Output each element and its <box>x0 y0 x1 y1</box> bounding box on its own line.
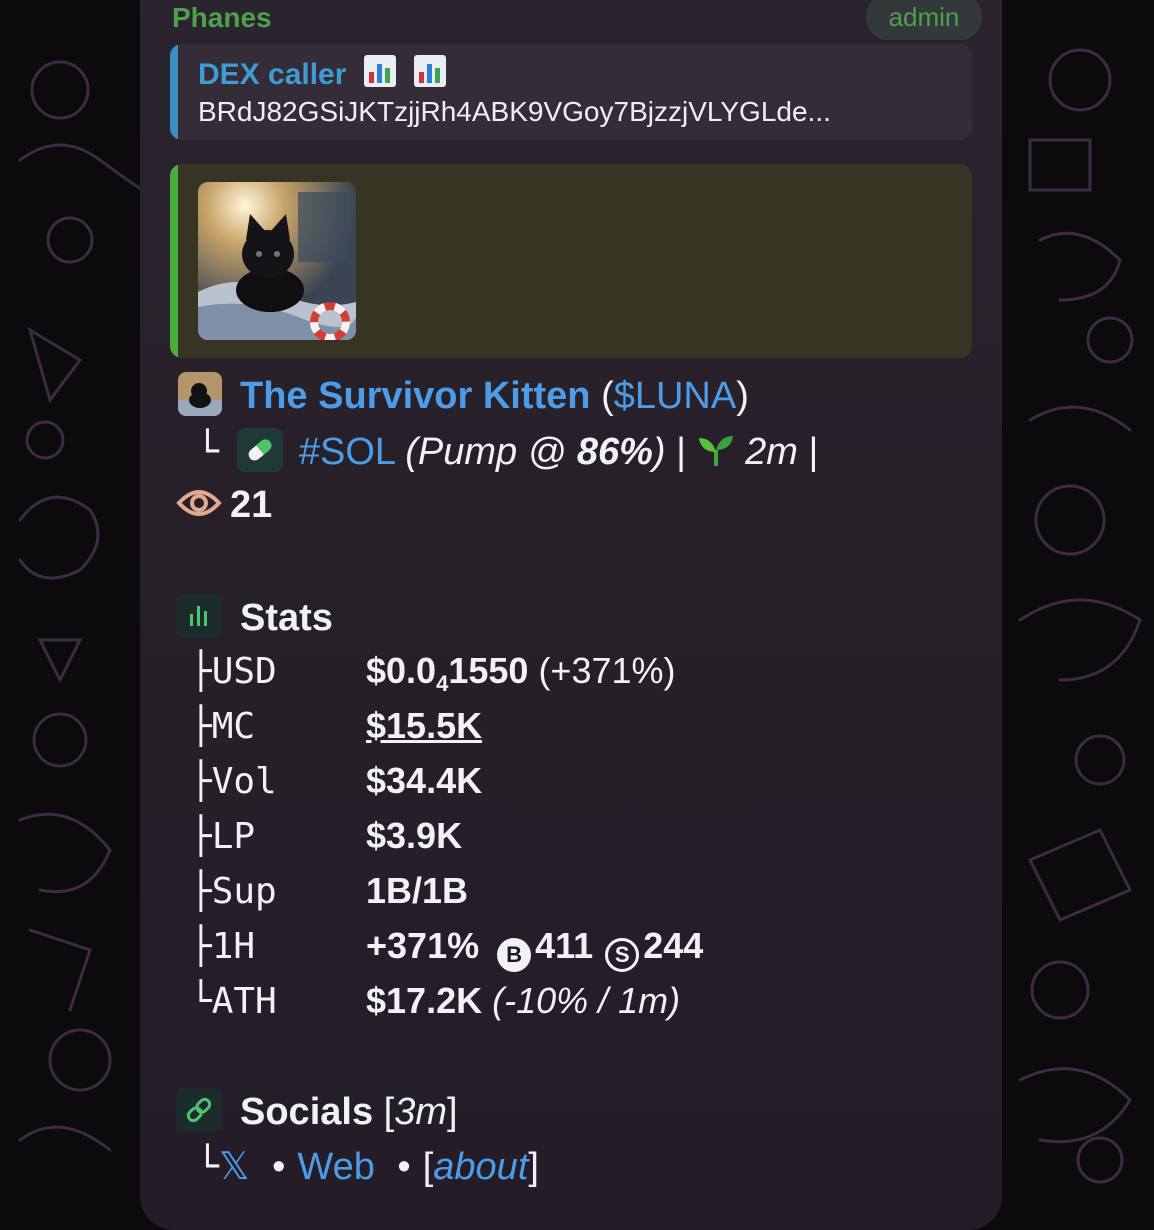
tree-corner: └ <box>196 429 219 473</box>
preview-accent-bar <box>170 164 178 358</box>
socials-age-close: ] <box>447 1091 458 1133</box>
x-link[interactable]: 𝕏 <box>219 1146 250 1188</box>
tree-branch: ├ <box>190 651 212 692</box>
tree-branch: ├ <box>190 816 212 857</box>
stat-label-text: Vol <box>211 761 277 802</box>
stat-label-text: ATH <box>211 981 277 1022</box>
stat-label: ├LP <box>190 816 366 857</box>
stat-row-lp: ├LP $3.9K <box>190 815 462 857</box>
buys-count: 411 <box>535 925 594 966</box>
reply-accent-bar <box>170 44 178 140</box>
tree-branch: └ <box>190 981 212 1022</box>
socials-heading: Socials [3m] <box>176 1088 458 1134</box>
chain-tag-link[interactable]: #SOL <box>299 431 395 473</box>
tree-branch: ├ <box>190 871 212 912</box>
separator: | <box>676 431 686 473</box>
reply-author-label: DEX caller <box>198 58 347 91</box>
stat-value: 1B/1B <box>366 870 469 911</box>
eye-icon <box>176 490 222 516</box>
sells-icon: S <box>605 938 640 972</box>
stat-label: ├Vol <box>190 761 366 802</box>
stat-value: $34.4K <box>366 760 483 801</box>
stat-value: $3.9K <box>366 815 463 856</box>
stat-label-text: LP <box>211 816 256 857</box>
pill-icon <box>236 428 283 472</box>
stat-label: ├MC <box>190 706 366 747</box>
about-open: [ <box>422 1146 434 1188</box>
web-link[interactable]: Web <box>297 1146 374 1188</box>
seedling-icon <box>698 436 733 466</box>
bar-chart-icon <box>176 594 222 638</box>
stat-label-text: MC <box>211 706 256 747</box>
tree-branch: ├ <box>190 926 212 967</box>
pump-suffix: ) <box>652 431 666 473</box>
chain-info: └ #SOL (Pump @ 86%) | 2m | <box>196 428 818 474</box>
reply-quote[interactable]: DEX caller BRdJ82GSiJKTzjjRh4ABK9VGoy7Bj… <box>170 44 972 140</box>
stat-label: └ATH <box>190 981 366 1022</box>
usd-value-digits: 1550 <box>448 650 529 691</box>
tree-branch: ├ <box>190 761 212 802</box>
socials-heading-label: Socials <box>240 1091 374 1133</box>
tree-corner: └ <box>196 1144 219 1188</box>
tree-branch: ├ <box>190 706 212 747</box>
sender-name[interactable]: Phanes <box>172 2 272 34</box>
chart-bar-icon <box>363 55 396 87</box>
about-link[interactable]: about <box>433 1146 528 1188</box>
separator: | <box>808 431 819 473</box>
market-cap-link[interactable]: $15.5K <box>366 705 482 746</box>
admin-badge: admin <box>866 0 982 40</box>
reply-author: DEX caller <box>198 54 447 92</box>
usd-change: (+371%) <box>538 650 676 691</box>
dot-separator: • <box>397 1146 411 1188</box>
stat-label-text: Sup <box>211 871 277 912</box>
stat-value: $0.041550 <box>366 650 529 696</box>
stats-heading-label: Stats <box>240 597 333 639</box>
token-age: 2m <box>745 431 798 473</box>
stat-value: +371% <box>366 925 480 966</box>
token-paren-close: ) <box>736 375 749 417</box>
dot-separator: • <box>272 1146 286 1188</box>
reply-text: BRdJ82GSiJKTzjjRh4ABK9VGoy7BjzzjVLYGLde.… <box>198 96 831 127</box>
chart-bar-icon <box>414 55 447 87</box>
token-name-link[interactable]: The Survivor Kitten <box>240 375 591 417</box>
usd-zero-count: 4 <box>436 671 449 697</box>
stat-label: ├USD <box>190 651 366 692</box>
stat-label: ├Sup <box>190 871 366 912</box>
about-close: ] <box>528 1146 539 1188</box>
usd-value-prefix: $0.0 <box>366 650 437 691</box>
pump-status: (Pump @ 86%) <box>405 431 665 473</box>
stat-row-sup: ├Sup 1B/1B <box>190 870 468 912</box>
views-value: 21 <box>230 484 273 526</box>
pump-prefix: (Pump @ <box>405 431 577 473</box>
stat-label: ├1H <box>190 926 366 967</box>
sells-count: 244 <box>643 925 704 966</box>
token-ticker-link[interactable]: $LUNA <box>614 375 737 417</box>
stat-value: $17.2K <box>366 980 483 1021</box>
token-title: The Survivor Kitten ($LUNA) <box>178 372 749 418</box>
stat-row-1h: ├1H +371% B 411 S 244 <box>190 925 703 972</box>
stat-row-ath: └ATH $17.2K (-10% / 1m) <box>190 980 680 1022</box>
socials-age: 3m <box>394 1091 447 1133</box>
views-count: 21 <box>176 484 272 527</box>
stat-label-text: USD <box>211 651 277 692</box>
socials-age-open: [ <box>383 1091 395 1133</box>
link-icon <box>176 1088 222 1132</box>
buys-icon: B <box>497 938 532 972</box>
stat-row-usd: ├USD $0.041550 (+371%) <box>190 650 676 697</box>
stat-label-text: 1H <box>211 926 256 967</box>
kitten-image[interactable] <box>198 182 356 340</box>
stats-heading: Stats <box>176 594 333 640</box>
stat-row-mc: ├MC $15.5K <box>190 705 482 747</box>
token-paren-open: ( <box>601 375 614 417</box>
stat-row-vol: ├Vol $34.4K <box>190 760 482 802</box>
ath-change: (-10% / 1m) <box>492 980 681 1021</box>
token-avatar <box>178 372 222 416</box>
link-preview[interactable] <box>170 164 972 358</box>
socials-links: └𝕏 • Web • [about] <box>196 1144 539 1189</box>
pump-percent: 86% <box>576 431 653 473</box>
